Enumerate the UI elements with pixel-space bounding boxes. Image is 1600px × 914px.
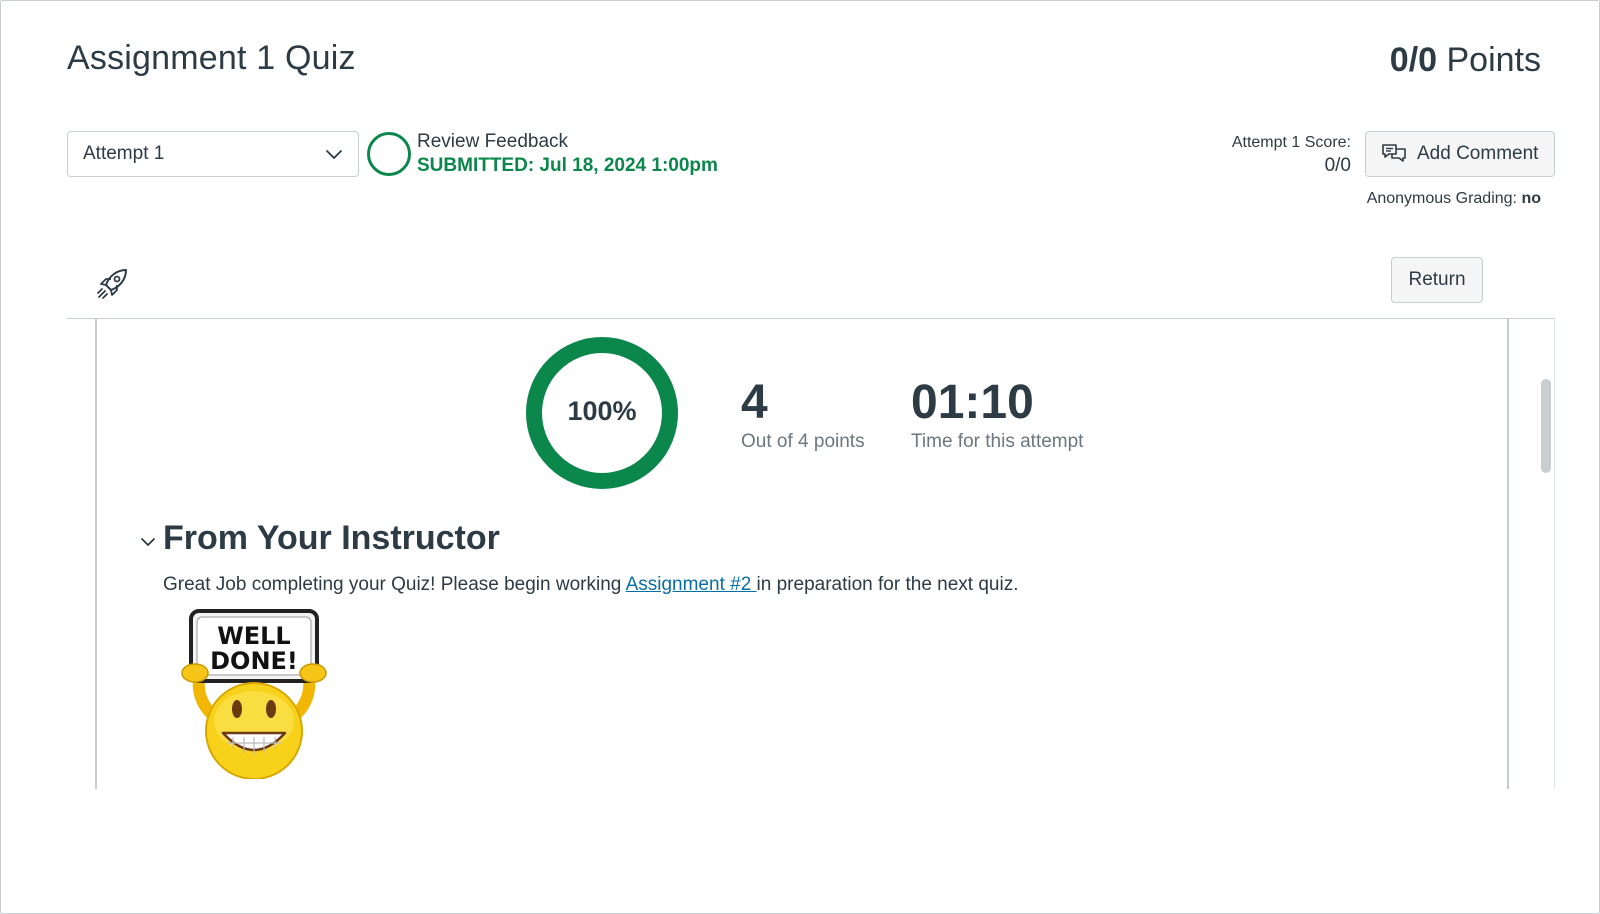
scrollbar-thumb[interactable] (1541, 379, 1551, 473)
assignment-2-link[interactable]: Assignment #2 (626, 574, 757, 595)
page-title: Assignment 1 Quiz (67, 39, 356, 77)
rocket-icon[interactable] (95, 265, 131, 301)
circle-outline-icon (367, 132, 411, 176)
svg-text:WELL: WELL (217, 622, 290, 650)
attempt-score-label: Attempt 1 Score: (1231, 134, 1351, 151)
total-points: 0/0 Points (1390, 41, 1541, 80)
chevron-down-icon (326, 150, 342, 159)
attempt-time-label: Time for this attempt (911, 431, 1084, 452)
return-button[interactable]: Return (1391, 257, 1483, 303)
add-comment-button[interactable]: Add Comment (1365, 131, 1555, 177)
anonymous-grading-label: Anonymous Grading: (1366, 190, 1517, 207)
attempt-score-value: 0/0 (1324, 155, 1351, 176)
points-label: Points (1446, 41, 1542, 79)
submission-status: SUBMITTED: Jul 18, 2024 1:00pm (417, 155, 718, 176)
anonymous-grading-value: no (1521, 190, 1541, 207)
points-value: 0/0 (1389, 41, 1438, 79)
chevron-down-icon[interactable] (139, 533, 157, 551)
instructor-feedback: Great Job completing your Quiz! Please b… (163, 574, 1018, 596)
comment-icon (1382, 144, 1406, 162)
points-earned: 4 (741, 376, 768, 429)
instructor-section-title[interactable]: From Your Instructor (163, 519, 500, 558)
review-feedback-label: Review Feedback (417, 131, 569, 152)
feedback-text-after: in preparation for the next quiz. (756, 574, 1019, 595)
score-percent: 100% (567, 396, 637, 426)
speedgrader-window: Assignment 1 Quiz 0/0 Points Attempt 1 R… (0, 0, 1600, 914)
attempt-time: 01:10 (911, 376, 1034, 429)
feedback-text-before: Great Job completing your Quiz! Please b… (163, 574, 626, 595)
anonymous-grading: Anonymous Grading: no (1367, 190, 1541, 208)
points-earned-label: Out of 4 points (741, 431, 865, 452)
attempt-select-value: Attempt 1 (83, 143, 165, 164)
add-comment-label: Add Comment (1417, 143, 1539, 164)
well-done-smiley-image: WELL DONE! (181, 609, 327, 779)
attempt-select[interactable]: Attempt 1 (67, 131, 359, 177)
svg-text:DONE!: DONE! (210, 647, 298, 675)
